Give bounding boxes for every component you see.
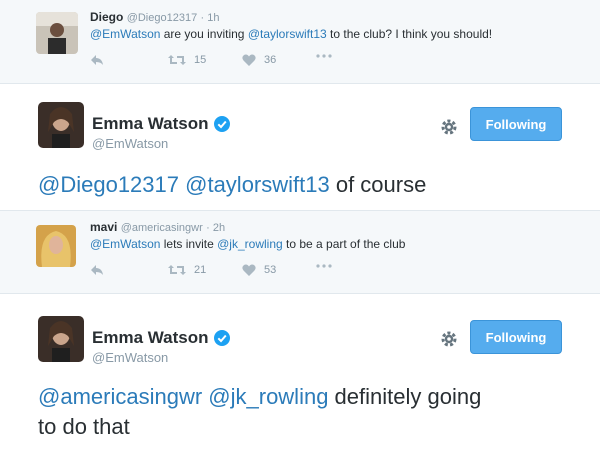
user-name[interactable]: Emma Watson [92,328,230,348]
like-icon [242,264,256,276]
tweet-emma-reply-1[interactable]: Emma Watson @EmWatson Following @Diego12… [0,84,600,210]
mention-link[interactable]: @EmWatson [90,27,160,41]
mention-link[interactable]: @Diego12317 [38,172,179,197]
reply-icon [91,265,103,275]
retweet-icon [168,265,186,275]
verified-badge-icon [213,330,230,346]
like-button[interactable]: 36 [242,54,276,66]
like-icon [242,54,256,66]
user-handle[interactable]: @Diego12317 [127,12,198,24]
retweet-button[interactable]: 15 [168,54,206,66]
like-button[interactable]: 53 [242,264,276,276]
reply-icon [91,55,103,65]
avatar[interactable] [38,316,84,362]
user-handle[interactable]: @EmWatson [92,350,168,365]
retweet-count: 15 [194,54,207,66]
tweet-text: @Diego12317 @taylorswift13 of course [38,172,427,197]
mention-link[interactable]: @EmWatson [90,237,160,251]
like-count: 53 [264,264,277,276]
user-name[interactable]: Diego [90,10,123,24]
mention-link[interactable]: @taylorswift13 [248,27,327,41]
timestamp[interactable]: · 1h [201,12,220,24]
more-icon [316,264,332,268]
user-name[interactable]: mavi [90,220,117,234]
more-button[interactable] [316,54,332,58]
tweet-actions: 15 36 [90,54,350,70]
tweet-diego[interactable]: Diego @Diego12317 · 1h @EmWatson are you… [0,0,600,83]
following-button[interactable]: Following [470,320,562,354]
tweet-header: mavi @americasingwr · 2h [90,220,225,234]
avatar[interactable] [36,12,78,54]
mention-link[interactable]: @jk_rowling [217,237,283,251]
avatar[interactable] [38,102,84,148]
tweet-thread: Diego @Diego12317 · 1h @EmWatson are you… [0,0,600,458]
mention-link[interactable]: @americasingwr [38,384,202,409]
gear-icon[interactable] [440,330,458,348]
verified-badge-icon [213,116,230,132]
user-name[interactable]: Emma Watson [92,114,230,134]
like-count: 36 [264,54,277,66]
user-handle[interactable]: @americasingwr [121,222,203,234]
mention-link[interactable]: @jk_rowling [208,384,328,409]
more-icon [316,54,332,58]
reply-button[interactable] [90,264,104,276]
more-button[interactable] [316,264,332,268]
tweet-header: Diego @Diego12317 · 1h [90,10,220,24]
retweet-count: 21 [194,264,207,276]
retweet-icon [168,55,186,65]
gear-icon[interactable] [440,118,458,136]
user-handle[interactable]: @EmWatson [92,136,168,151]
tweet-emma-reply-2[interactable]: Emma Watson @EmWatson Following @america… [0,294,600,458]
retweet-button[interactable]: 21 [168,264,206,276]
avatar[interactable] [36,225,76,267]
following-button[interactable]: Following [470,107,562,141]
tweet-text: @EmWatson are you inviting @taylorswift1… [90,27,493,41]
tweet-text: @EmWatson lets invite @jk_rowling to be … [90,237,406,251]
tweet-actions: 21 53 [90,264,350,280]
tweet-text: @americasingwr @jk_rowling definitely go… [38,384,482,439]
mention-link[interactable]: @taylorswift13 [185,172,330,197]
timestamp[interactable]: · 2h [206,222,225,234]
tweet-mavi[interactable]: mavi @americasingwr · 2h @EmWatson lets … [0,211,600,293]
reply-button[interactable] [90,54,104,66]
